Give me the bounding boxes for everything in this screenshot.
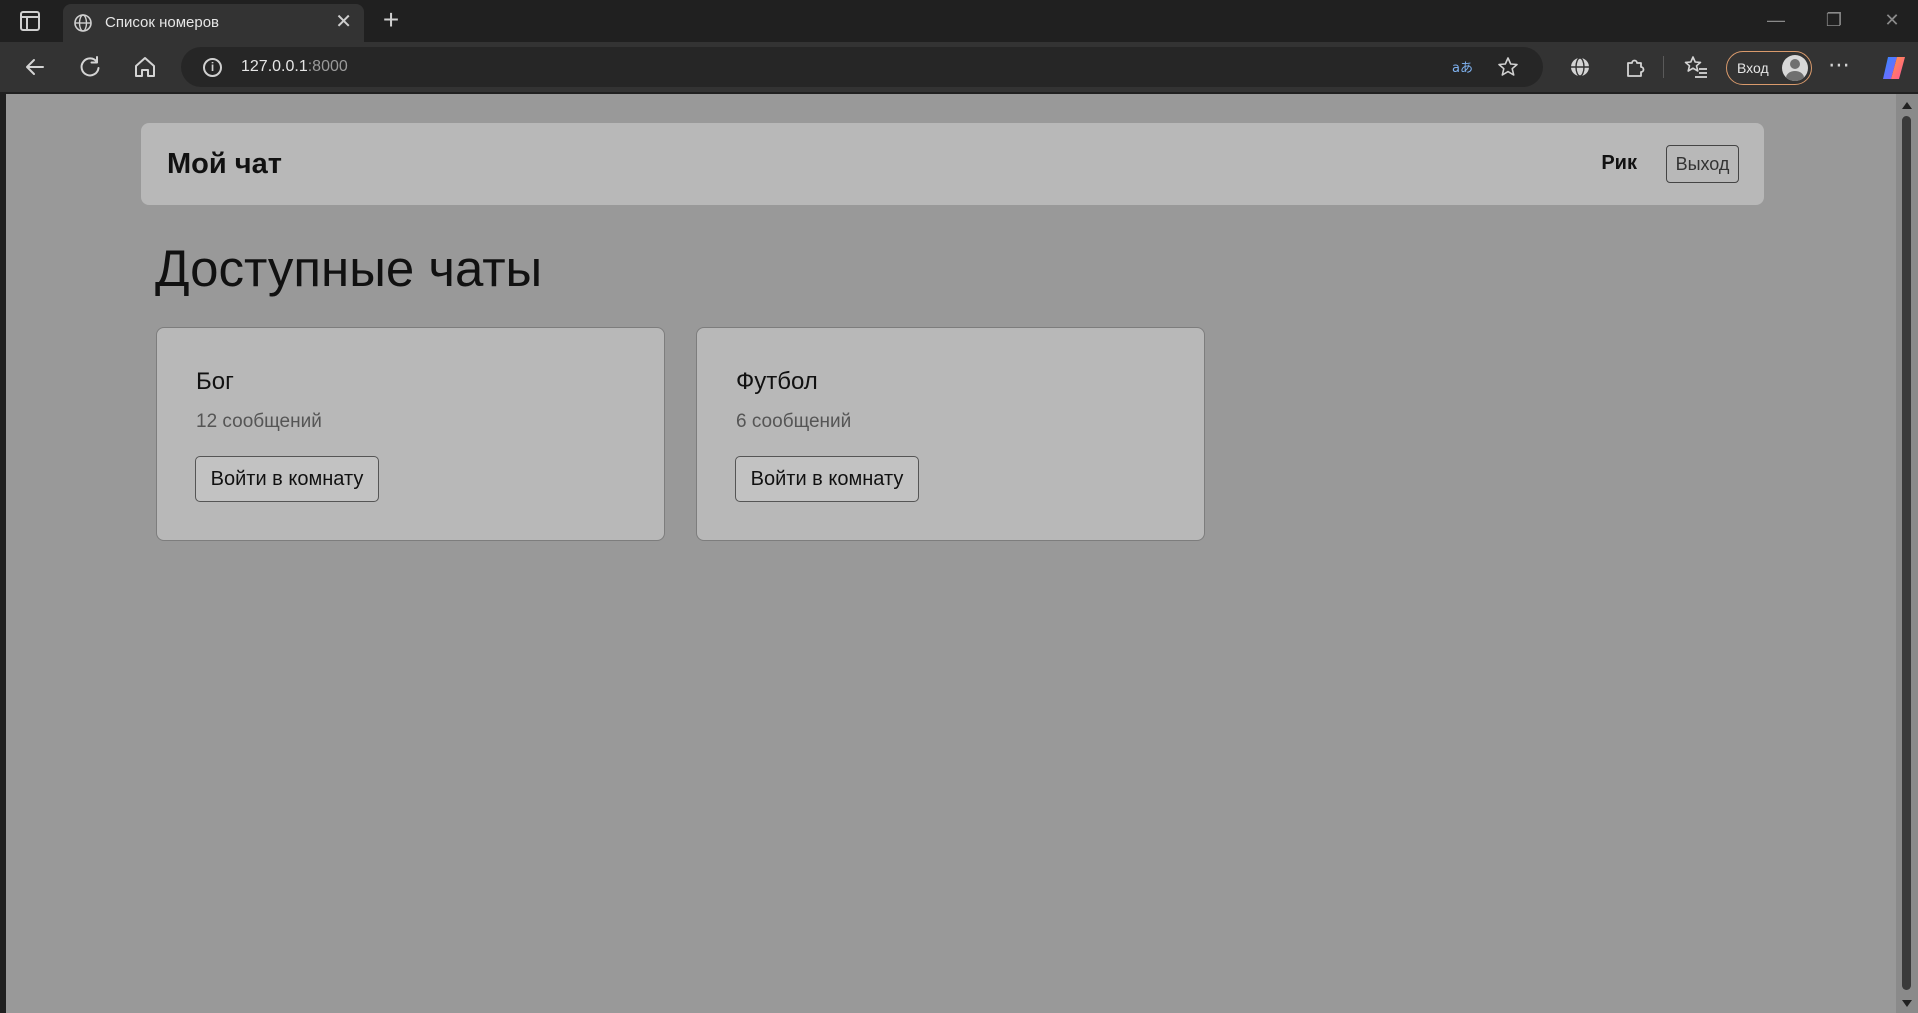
username: Рик xyxy=(1601,152,1637,174)
browser-toolbar: i 127.0.0.1:8000 a あ Вход ⋯ xyxy=(0,42,1918,92)
signin-button[interactable]: Вход xyxy=(1726,51,1812,85)
info-icon[interactable]: i xyxy=(203,58,222,77)
new-tab-button[interactable]: + xyxy=(378,6,404,34)
globe-icon xyxy=(74,14,92,32)
url-text[interactable]: 127.0.0.1:8000 xyxy=(241,58,348,76)
minimize-button[interactable]: — xyxy=(1764,10,1788,31)
toolbar-divider xyxy=(1663,56,1664,78)
room-name: Бог xyxy=(196,368,234,395)
extensions-icon[interactable] xyxy=(1622,54,1648,80)
star-icon[interactable] xyxy=(1497,56,1519,78)
svg-text:a: a xyxy=(1452,61,1460,76)
sidebar-toggle-icon[interactable] xyxy=(20,11,40,31)
site-navbar: Мой чат Рик Выход xyxy=(141,123,1764,205)
profile-avatar-icon xyxy=(1782,55,1808,81)
favorites-icon[interactable] xyxy=(1683,54,1709,80)
room-card: Футбол 6 сообщений Войти в комнату xyxy=(696,327,1205,541)
room-message-count: 12 сообщений xyxy=(196,411,322,432)
close-window-button[interactable]: ✕ xyxy=(1880,10,1904,31)
more-icon[interactable]: ⋯ xyxy=(1828,52,1851,78)
room-name: Футбол xyxy=(736,368,818,395)
scrollbar-thumb[interactable] xyxy=(1902,116,1911,990)
vertical-scrollbar[interactable] xyxy=(1896,94,1918,1013)
signin-label: Вход xyxy=(1737,60,1769,76)
svg-text:あ: あ xyxy=(1460,61,1473,76)
page-viewport: Мой чат Рик Выход Доступные чаты Бог 12 … xyxy=(6,94,1896,1013)
scroll-down-arrow-icon[interactable] xyxy=(1902,1000,1912,1007)
tab-close-icon[interactable]: ✕ xyxy=(335,11,352,33)
scroll-up-arrow-icon[interactable] xyxy=(1902,102,1912,109)
refresh-icon[interactable] xyxy=(77,54,103,80)
home-icon[interactable] xyxy=(132,54,158,80)
page-title: Доступные чаты xyxy=(155,240,543,297)
back-icon[interactable] xyxy=(22,54,48,80)
enter-room-button[interactable]: Войти в комнату xyxy=(735,456,919,502)
browser-title-bar: Список номеров ✕ + — ❐ ✕ xyxy=(0,0,1918,42)
logout-button[interactable]: Выход xyxy=(1666,145,1739,183)
translate-icon[interactable]: a あ xyxy=(1451,56,1473,78)
vpn-globe-icon[interactable] xyxy=(1567,54,1593,80)
browser-tab[interactable]: Список номеров ✕ xyxy=(63,4,364,42)
address-bar[interactable]: i 127.0.0.1:8000 a あ xyxy=(181,47,1543,87)
site-brand[interactable]: Мой чат xyxy=(167,148,282,181)
room-card: Бог 12 сообщений Войти в комнату xyxy=(156,327,665,541)
copilot-icon[interactable] xyxy=(1880,54,1908,82)
room-message-count: 6 сообщений xyxy=(736,411,852,432)
tab-title: Список номеров xyxy=(105,14,220,31)
restore-button[interactable]: ❐ xyxy=(1822,10,1846,31)
enter-room-button[interactable]: Войти в комнату xyxy=(195,456,379,502)
